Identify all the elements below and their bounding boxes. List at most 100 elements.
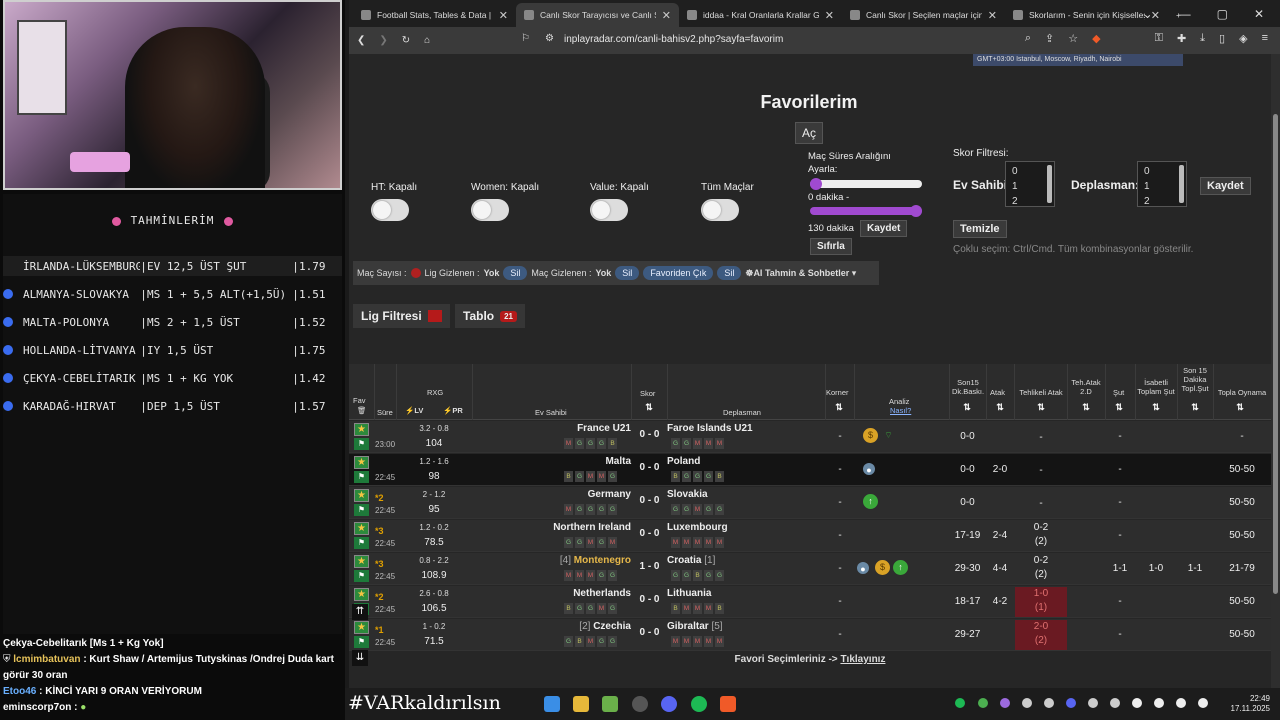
min-slider[interactable] (810, 178, 922, 190)
tray-icon[interactable] (1022, 698, 1032, 708)
table-row[interactable]: ★ ⚑ 23:00 3.2 - 0.8 104 France U21 0 - 0 Faroe … (349, 421, 1271, 453)
browser-tab[interactable]: Football Stats, Tables & Data | Socc✕ (353, 3, 516, 27)
home-team[interactable]: Germany (479, 489, 631, 500)
arrow-up-icon[interactable]: ↑ (863, 494, 878, 509)
stats-icon[interactable]: ⚑ (354, 537, 369, 549)
ht-toggle[interactable]: HT: Kapalı (371, 182, 417, 221)
star-icon[interactable]: ☆ (1068, 32, 1078, 45)
money-bag-icon[interactable]: $ (875, 560, 890, 575)
favorite-star-icon[interactable]: ★ (354, 555, 369, 568)
toggle-switch[interactable] (371, 199, 409, 221)
slider-knob[interactable] (910, 205, 922, 217)
home-team[interactable]: Northern Ireland (479, 522, 631, 533)
tray-icon[interactable] (1000, 698, 1010, 708)
browser-tab[interactable]: Canlı Skor Tarayıcısı ve Canlı S ✕ (516, 3, 679, 27)
money-bag-icon[interactable]: $ (863, 428, 878, 443)
tray-icon[interactable] (1088, 698, 1098, 708)
footer-link[interactable]: Tıklayınız (840, 654, 885, 665)
timezone-select[interactable]: GMT+03:00 Istanbul, Moscow, Riyadh, Nair… (973, 54, 1183, 66)
zoom-icon[interactable]: ⌕ (1025, 32, 1031, 45)
tab-close-icon[interactable]: ✕ (988, 9, 997, 22)
home-team[interactable]: France U21 (479, 423, 631, 434)
pr-sort[interactable]: ⚡PR (443, 406, 463, 415)
menu-icon[interactable]: ≡ (1262, 32, 1268, 45)
favorite-star-icon[interactable]: ★ (354, 423, 369, 436)
slider-knob[interactable] (810, 178, 822, 190)
battery-icon[interactable] (1198, 698, 1208, 708)
clear-button[interactable]: Temizle (953, 220, 1007, 238)
home-score-list[interactable]: 012 (1005, 161, 1055, 207)
tray-icon[interactable] (1110, 698, 1120, 708)
wifi-icon[interactable] (1154, 698, 1164, 708)
bomb-icon[interactable]: ● (863, 463, 875, 475)
sort-icon[interactable]: ⇅ (1188, 402, 1202, 414)
lv-sort[interactable]: ⚡LV (405, 406, 423, 415)
favorite-star-icon[interactable]: ★ (354, 588, 369, 601)
tab-close-icon[interactable]: ✕ (662, 9, 671, 22)
value-toggle[interactable]: Value: Kapalı (590, 182, 649, 221)
tray-spotify-icon[interactable] (955, 698, 965, 708)
home-icon[interactable]: ⌂ (424, 35, 430, 46)
stats-icon[interactable]: ⚑ (354, 438, 369, 450)
tray-icon[interactable] (978, 698, 988, 708)
sort-icon[interactable]: ⇅ (1034, 402, 1048, 414)
sort-icon[interactable]: ⇅ (642, 402, 656, 414)
sidebar-icon[interactable]: ▯ (1219, 32, 1225, 45)
app-icon[interactable] (602, 696, 618, 712)
sort-icon[interactable]: ⇅ (993, 402, 1007, 414)
download-icon[interactable]: ⤓ (1200, 32, 1205, 45)
away-team[interactable]: Lithuania (667, 588, 827, 599)
women-toggle[interactable]: Women: Kapalı (471, 182, 539, 221)
site-info-icon[interactable]: ⚙ (545, 33, 554, 44)
sort-icon[interactable]: ⇅ (1112, 402, 1126, 414)
sort-icon[interactable]: ⇅ (1233, 402, 1247, 414)
browser-tab[interactable]: Canlı Skor | Seçilen maçlar için canl✕ (842, 3, 1005, 27)
home-team[interactable]: Malta (479, 456, 631, 467)
stats-icon[interactable]: ⚑ (354, 636, 369, 648)
brave-icon[interactable] (720, 696, 736, 712)
toggle-switch[interactable] (590, 199, 628, 221)
bookmark-icon[interactable]: ⚐ (521, 33, 530, 44)
scroll-thumb[interactable] (1273, 114, 1278, 594)
score-save-button[interactable]: Kaydet (1200, 177, 1251, 195)
signal-icon[interactable]: ⌔ (881, 428, 896, 443)
table-row[interactable]: ★ ⚑ 22:45 1.2 - 1.6 98 Malta 0 - 0 Poland B G M M G B… (349, 454, 1271, 486)
away-score-list[interactable]: 012 (1137, 161, 1187, 207)
toggle-switch[interactable] (471, 199, 509, 221)
home-team[interactable]: Netherlands (479, 588, 631, 599)
spotify-icon[interactable] (691, 696, 707, 712)
stats-icon[interactable]: ⚑ (354, 504, 369, 516)
sort-icon[interactable]: ⇅ (1149, 402, 1163, 414)
favorite-star-icon[interactable]: ★ (354, 621, 369, 634)
trash-icon[interactable]: 🗑 (357, 406, 367, 415)
stats-icon[interactable]: ⚑ (354, 471, 369, 483)
home-team[interactable]: [2] Czechia (479, 621, 631, 632)
share-icon[interactable]: ⇪ (1045, 32, 1054, 45)
home-team[interactable]: [4] Montenegro (479, 555, 631, 566)
reload-icon[interactable]: ↻ (402, 35, 410, 46)
chevron-down-icon[interactable]: ⌄ (1143, 7, 1153, 21)
sort-icon[interactable]: ⇅ (832, 402, 846, 414)
back-icon[interactable]: ❮ (357, 35, 365, 46)
tray-discord-icon[interactable] (1066, 698, 1076, 708)
file-explorer-icon[interactable] (573, 696, 589, 712)
fav-remove-button[interactable]: Favoriden Çık (643, 266, 714, 280)
range-reset-button[interactable]: Sıfırla (810, 238, 852, 255)
away-team[interactable]: Luxembourg (667, 522, 827, 533)
sort-icon[interactable]: ⇅ (1079, 402, 1093, 414)
tray-icon[interactable] (1044, 698, 1054, 708)
url-field[interactable]: inplayradar.com/canli-bahisv2.php?sayfa=… (564, 34, 783, 45)
away-team[interactable]: Gibraltar [5] (667, 621, 827, 632)
brave-shield-icon[interactable]: ◆ (1092, 32, 1100, 45)
sort-icon[interactable]: ⇅ (960, 402, 974, 414)
tab-close-icon[interactable]: ✕ (499, 9, 508, 22)
puzzle-icon[interactable]: ✚ (1177, 32, 1186, 45)
table-row[interactable]: ★⚑*222:452.6 - 0.8106.5Netherlands0 - 0L… (349, 586, 1271, 618)
away-team[interactable]: Faroe Islands U21 (667, 423, 827, 434)
close-icon[interactable]: ✕ (1254, 7, 1264, 21)
range-save-button[interactable]: Kaydet (860, 220, 908, 237)
tablo-button[interactable]: Tablo 21 (455, 304, 526, 328)
table-row[interactable]: ★ ⚑ *3 22:45 1.2 - 0.2 78.5 Northern Ireland 0 … (349, 520, 1271, 552)
maximize-icon[interactable]: ▢ (1217, 7, 1228, 21)
away-team[interactable]: Poland (667, 456, 827, 467)
